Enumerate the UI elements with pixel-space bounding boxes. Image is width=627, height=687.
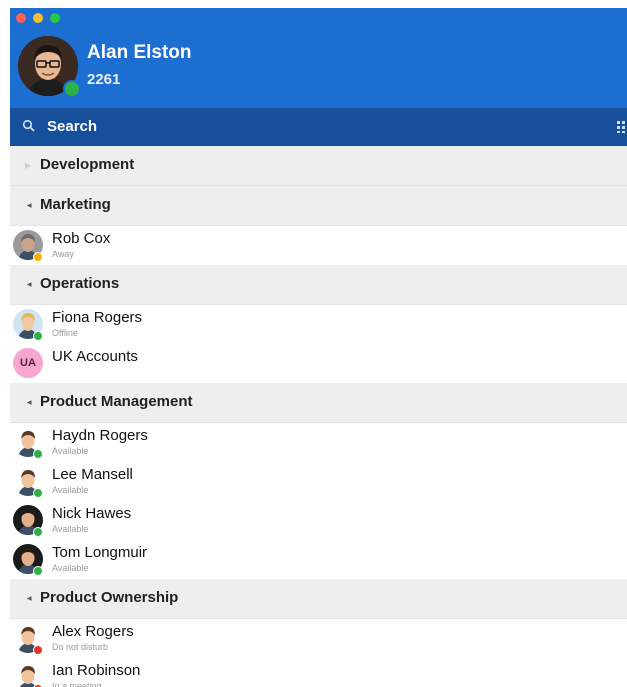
contact-name: Haydn Rogers bbox=[52, 427, 148, 444]
contact-row[interactable]: Fiona Rogers Offline bbox=[10, 305, 627, 344]
group-name: Product Ownership bbox=[40, 589, 179, 606]
contact-row[interactable]: Nick Hawes Available bbox=[10, 501, 627, 540]
expanded-triangle-icon[interactable]: ▲ bbox=[25, 281, 34, 289]
window-controls bbox=[16, 13, 60, 23]
presence-dot bbox=[33, 449, 43, 459]
group-header[interactable]: ▲ Operations bbox=[10, 265, 627, 305]
presence-dot bbox=[33, 252, 43, 262]
group-header[interactable]: ▲ Product Ownership bbox=[10, 579, 627, 619]
presence-dot bbox=[33, 566, 43, 576]
contact-row[interactable]: UA UK Accounts bbox=[10, 344, 627, 383]
presence-indicator bbox=[63, 80, 81, 98]
contact-status: Available bbox=[52, 563, 89, 573]
profile-header: Alan Elston 2261 bbox=[10, 8, 627, 108]
contact-name: Nick Hawes bbox=[52, 505, 132, 522]
app-window: Alan Elston 2261 Search ▶ Development ▲ Mar… bbox=[10, 8, 627, 687]
expanded-triangle-icon[interactable]: ▲ bbox=[25, 399, 34, 407]
contact-row[interactable]: Rob Cox Away bbox=[10, 226, 627, 265]
presence-dot bbox=[33, 331, 43, 341]
maximize-window-button[interactable] bbox=[50, 13, 60, 23]
contact-row[interactable]: Ian Robinson In a meeting bbox=[10, 658, 627, 687]
group-header[interactable]: ▲ Marketing bbox=[10, 186, 627, 226]
contact-name: UK Accounts bbox=[52, 348, 138, 365]
contact-name: Tom Longmuir bbox=[52, 544, 148, 561]
contact-list: ▶ Development ▲ Marketing Rob Cox Away ▲ Operat… bbox=[10, 146, 627, 687]
search-icon bbox=[22, 119, 35, 132]
expanded-triangle-icon[interactable]: ▲ bbox=[25, 202, 34, 210]
contact-row[interactable]: Tom Longmuir Available bbox=[10, 540, 627, 579]
group-name: Development bbox=[40, 156, 135, 173]
collapsed-triangle-icon[interactable]: ▶ bbox=[25, 161, 33, 170]
contact-name: Rob Cox bbox=[52, 230, 111, 247]
contact-name: Ian Robinson bbox=[52, 662, 141, 679]
contact-name: Lee Mansell bbox=[52, 466, 133, 483]
contact-status: Do not disturb bbox=[52, 642, 109, 652]
group-header[interactable]: ▲ Product Management bbox=[10, 383, 627, 423]
user-extension: 2261 bbox=[87, 71, 121, 88]
contact-status: In a meeting bbox=[52, 681, 102, 687]
search-bar[interactable]: Search bbox=[10, 108, 627, 146]
group-header[interactable]: ▶ Development bbox=[10, 146, 627, 186]
group-name: Marketing bbox=[40, 196, 111, 213]
contact-status: Available bbox=[52, 524, 89, 534]
close-window-button[interactable] bbox=[16, 13, 26, 23]
group-name: Operations bbox=[40, 275, 120, 292]
contact-status: Away bbox=[52, 249, 74, 259]
contact-name: Alex Rogers bbox=[52, 623, 134, 640]
contact-row[interactable]: Alex Rogers Do not disturb bbox=[10, 619, 627, 658]
presence-dot bbox=[33, 527, 43, 537]
presence-dot bbox=[33, 488, 43, 498]
minimize-window-button[interactable] bbox=[33, 13, 43, 23]
contact-row[interactable]: Lee Mansell Available bbox=[10, 462, 627, 501]
contact-avatar: UA bbox=[13, 348, 43, 378]
expanded-triangle-icon[interactable]: ▲ bbox=[25, 595, 34, 603]
view-options-icon[interactable] bbox=[617, 121, 627, 133]
contact-name: Fiona Rogers bbox=[52, 309, 143, 326]
search-input[interactable]: Search bbox=[47, 118, 97, 135]
presence-dot bbox=[33, 645, 43, 655]
contact-status: Available bbox=[52, 485, 89, 495]
user-name: Alan Elston bbox=[87, 42, 192, 63]
contact-status: Offline bbox=[52, 328, 78, 338]
contact-status: Available bbox=[52, 446, 89, 456]
contact-row[interactable]: Haydn Rogers Available bbox=[10, 423, 627, 462]
group-name: Product Management bbox=[40, 393, 193, 410]
